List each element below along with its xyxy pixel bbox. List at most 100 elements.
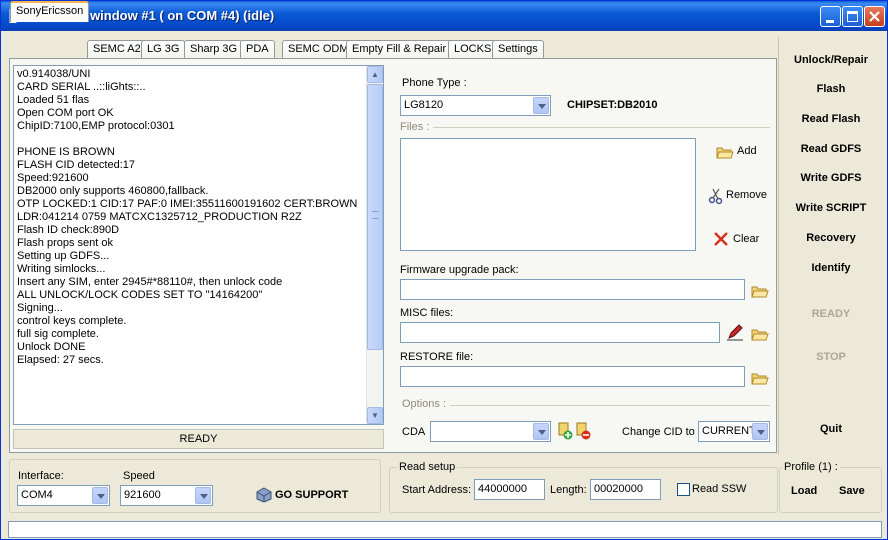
- log-line: Writing simlocks...: [17, 263, 106, 275]
- folder-open-icon: [716, 147, 734, 159]
- pen-edit-icon[interactable]: [726, 323, 744, 341]
- log-line: Loaded 51 flas: [17, 94, 90, 106]
- scroll-up-arrow-icon[interactable]: ▲: [367, 66, 383, 83]
- flash-button[interactable]: Flash: [786, 83, 876, 95]
- tab-empty-fill-repair[interactable]: Empty Fill & Repair: [346, 40, 453, 58]
- close-button[interactable]: [864, 6, 885, 27]
- speed-select[interactable]: 921600: [120, 485, 213, 506]
- minimize-button[interactable]: [820, 6, 841, 27]
- restore-label: RESTORE file:: [400, 351, 474, 363]
- support-globe-icon: [256, 487, 272, 503]
- tab-pda[interactable]: PDA: [240, 40, 275, 58]
- add-file-label: Add: [737, 145, 757, 157]
- files-list[interactable]: [400, 138, 696, 251]
- interface-label: Interface:: [18, 470, 64, 482]
- profile-save-button[interactable]: Save: [839, 485, 865, 497]
- clear-files-label: Clear: [733, 233, 760, 245]
- change-cid-select[interactable]: CURRENT: [698, 421, 770, 442]
- write-gdfs-button[interactable]: Write GDFS: [786, 172, 876, 184]
- tab-lg-3g[interactable]: LG 3G: [141, 40, 186, 58]
- unlock-repair-button[interactable]: Unlock/Repair: [786, 54, 876, 66]
- files-label: Files :: [400, 121, 430, 133]
- log-line: LDR:041214 0759 MATCXC1325712_PRODUCTION…: [17, 211, 302, 223]
- firmware-input[interactable]: [400, 279, 745, 300]
- scroll-down-arrow-icon[interactable]: ▼: [367, 407, 383, 424]
- speed-label: Speed: [123, 470, 155, 482]
- options-divider: [450, 405, 770, 406]
- log-line: FLASH CID detected:17: [17, 159, 136, 171]
- chevron-down-icon[interactable]: [195, 487, 211, 504]
- log-line: ChipID:7100,EMP protocol:0301: [17, 120, 175, 132]
- chevron-down-icon[interactable]: [752, 423, 768, 440]
- profile-label: Profile (1) :: [782, 461, 840, 473]
- cda-select[interactable]: [430, 421, 551, 442]
- main-window: v0.914038 window #1 ( on COM #4) (idle) …: [0, 0, 888, 540]
- folder-open-icon[interactable]: [751, 284, 769, 298]
- log-line: PHONE IS BROWN: [17, 146, 115, 158]
- recovery-button[interactable]: Recovery: [786, 232, 876, 244]
- close-icon: [869, 11, 880, 22]
- identify-button[interactable]: Identify: [786, 262, 876, 274]
- maximize-button[interactable]: [842, 6, 863, 27]
- log-line: ALL UNLOCK/LOCK CODES SET TO "14164200": [17, 289, 263, 301]
- start-address-input[interactable]: 44000000: [474, 479, 545, 500]
- firmware-label: Firmware upgrade pack:: [400, 264, 519, 276]
- log-line: Speed:921600: [17, 172, 89, 184]
- stop-button[interactable]: STOP: [786, 351, 876, 363]
- quit-button[interactable]: Quit: [786, 423, 876, 435]
- log-line: OTP LOCKED:1 CID:17 PAF:0 IMEI:355116001…: [17, 198, 358, 210]
- chevron-down-icon[interactable]: [533, 97, 549, 114]
- tab-sonyericsson[interactable]: SonyEricsson: [10, 1, 90, 22]
- tab-locks[interactable]: LOCKS: [448, 40, 498, 58]
- tab-settings[interactable]: Settings: [492, 40, 544, 58]
- log-line: Open COM port OK: [17, 107, 114, 119]
- log-line: DB2000 only supports 460800,fallback.: [17, 185, 209, 197]
- interface-select[interactable]: COM4: [17, 485, 110, 506]
- folder-open-icon[interactable]: [751, 327, 769, 341]
- misc-label: MISC files:: [400, 307, 454, 319]
- title-bar[interactable]: v0.914038 window #1 ( on COM #4) (idle): [1, 1, 887, 31]
- misc-input[interactable]: [400, 322, 720, 343]
- remove-cda-icon[interactable]: [575, 422, 591, 440]
- log-line: Flash props sent ok: [17, 237, 113, 249]
- log-status: READY: [13, 429, 384, 449]
- write-script-button[interactable]: Write SCRIPT: [786, 202, 876, 214]
- log-text: v0.914038/UNI CARD SERIAL ..::liGhts::.. L…: [17, 68, 367, 367]
- scroll-thumb[interactable]: [367, 84, 383, 350]
- tab-semc-a2[interactable]: SEMC A2: [87, 40, 147, 58]
- chevron-down-icon[interactable]: [533, 423, 549, 440]
- ready-button[interactable]: READY: [786, 308, 876, 320]
- log-line: Setting up GDFS...: [17, 250, 110, 262]
- tab-semc-odm[interactable]: SEMC ODM: [282, 40, 355, 58]
- profile-load-button[interactable]: Load: [791, 485, 817, 497]
- log-line: v0.914038/UNI: [17, 68, 91, 80]
- phone-type-value: LG8120: [404, 99, 444, 111]
- phone-type-select[interactable]: LG8120: [400, 95, 551, 116]
- read-ssw-label: Read SSW: [692, 483, 747, 495]
- remove-file-label: Remove: [726, 189, 767, 201]
- length-input[interactable]: 00020000: [590, 479, 661, 500]
- chipset-label: CHIPSET:DB2010: [567, 99, 658, 111]
- read-setup-label: Read setup: [397, 461, 458, 473]
- change-cid-label: Change CID to: [622, 426, 695, 438]
- folder-open-icon[interactable]: [751, 371, 769, 385]
- log-line: Signing...: [17, 302, 63, 314]
- tab-sharp-3g[interactable]: Sharp 3G: [184, 40, 244, 58]
- add-cda-icon[interactable]: [557, 422, 573, 440]
- log-line: Elapsed: 27 secs.: [17, 354, 104, 366]
- red-x-icon: [714, 232, 728, 246]
- log-line: Insert any SIM, enter 2945#*88110#, then…: [17, 276, 283, 288]
- side-panel-divider: [778, 37, 779, 455]
- log-line: control keys complete.: [17, 315, 127, 327]
- length-label: Length:: [550, 484, 587, 496]
- go-support-label: GO SUPPORT: [275, 489, 349, 501]
- chevron-down-icon[interactable]: [92, 487, 108, 504]
- log-output[interactable]: v0.914038/UNI CARD SERIAL ..::liGhts::.. L…: [13, 65, 384, 425]
- progress-bar: [8, 521, 882, 538]
- start-address-label: Start Address:: [402, 484, 472, 496]
- read-gdfs-button[interactable]: Read GDFS: [786, 143, 876, 155]
- read-ssw-checkbox[interactable]: [677, 483, 690, 496]
- log-scrollbar[interactable]: ▲ ▼: [366, 66, 383, 424]
- restore-input[interactable]: [400, 366, 745, 387]
- read-flash-button[interactable]: Read Flash: [786, 113, 876, 125]
